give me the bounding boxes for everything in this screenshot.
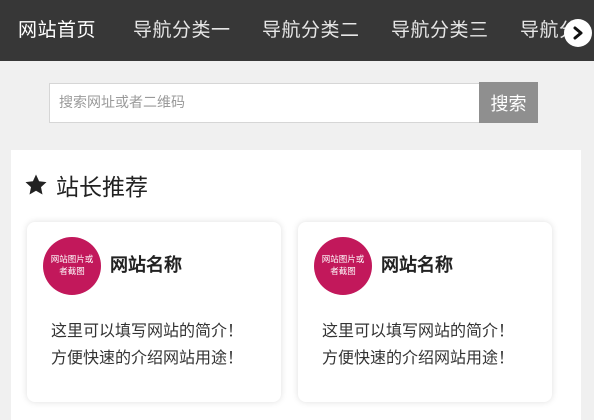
search-button[interactable]: 搜索 <box>479 82 538 123</box>
nav-next-button[interactable] <box>564 19 592 47</box>
site-name: 网站名称 <box>110 255 182 276</box>
site-thumbnail: 网站图片或者截图 <box>314 237 372 295</box>
nav-item-category-1[interactable]: 导航分类一 <box>133 0 231 61</box>
site-card[interactable]: 网站图片或者截图 网站名称 这里可以填写网站的简介！ 方便快速的介绍网站用途！ <box>27 222 281 402</box>
site-thumbnail: 网站图片或者截图 <box>43 237 101 295</box>
section-title: 站长推荐 <box>56 175 148 201</box>
site-description: 这里可以填写网站的简介！ 方便快速的介绍网站用途！ <box>322 317 514 371</box>
site-description-line: 这里可以填写网站的简介！ <box>51 321 244 340</box>
site-description-line: 方便快速的介绍网站用途！ <box>322 348 515 367</box>
site-card[interactable]: 网站图片或者截图 网站名称 这里可以填写网站的简介！ 方便快速的介绍网站用途！ <box>298 222 552 402</box>
nav-item-category-3[interactable]: 导航分类三 <box>391 0 489 61</box>
nav-item-home[interactable]: 网站首页 <box>18 0 96 61</box>
nav-item-category-2[interactable]: 导航分类二 <box>262 0 360 61</box>
chevron-right-icon <box>573 26 583 40</box>
site-description-line: 方便快速的介绍网站用途！ <box>51 348 244 367</box>
search-input[interactable] <box>49 83 481 123</box>
site-name: 网站名称 <box>381 255 453 276</box>
site-description: 这里可以填写网站的简介！ 方便快速的介绍网站用途！ <box>51 317 243 371</box>
site-description-line: 这里可以填写网站的简介！ <box>322 321 515 340</box>
top-nav-bar: 网站首页 导航分类一 导航分类二 导航分类三 导航分 <box>0 0 594 61</box>
section-header: 站长推荐 <box>24 168 148 202</box>
star-icon <box>25 174 47 195</box>
